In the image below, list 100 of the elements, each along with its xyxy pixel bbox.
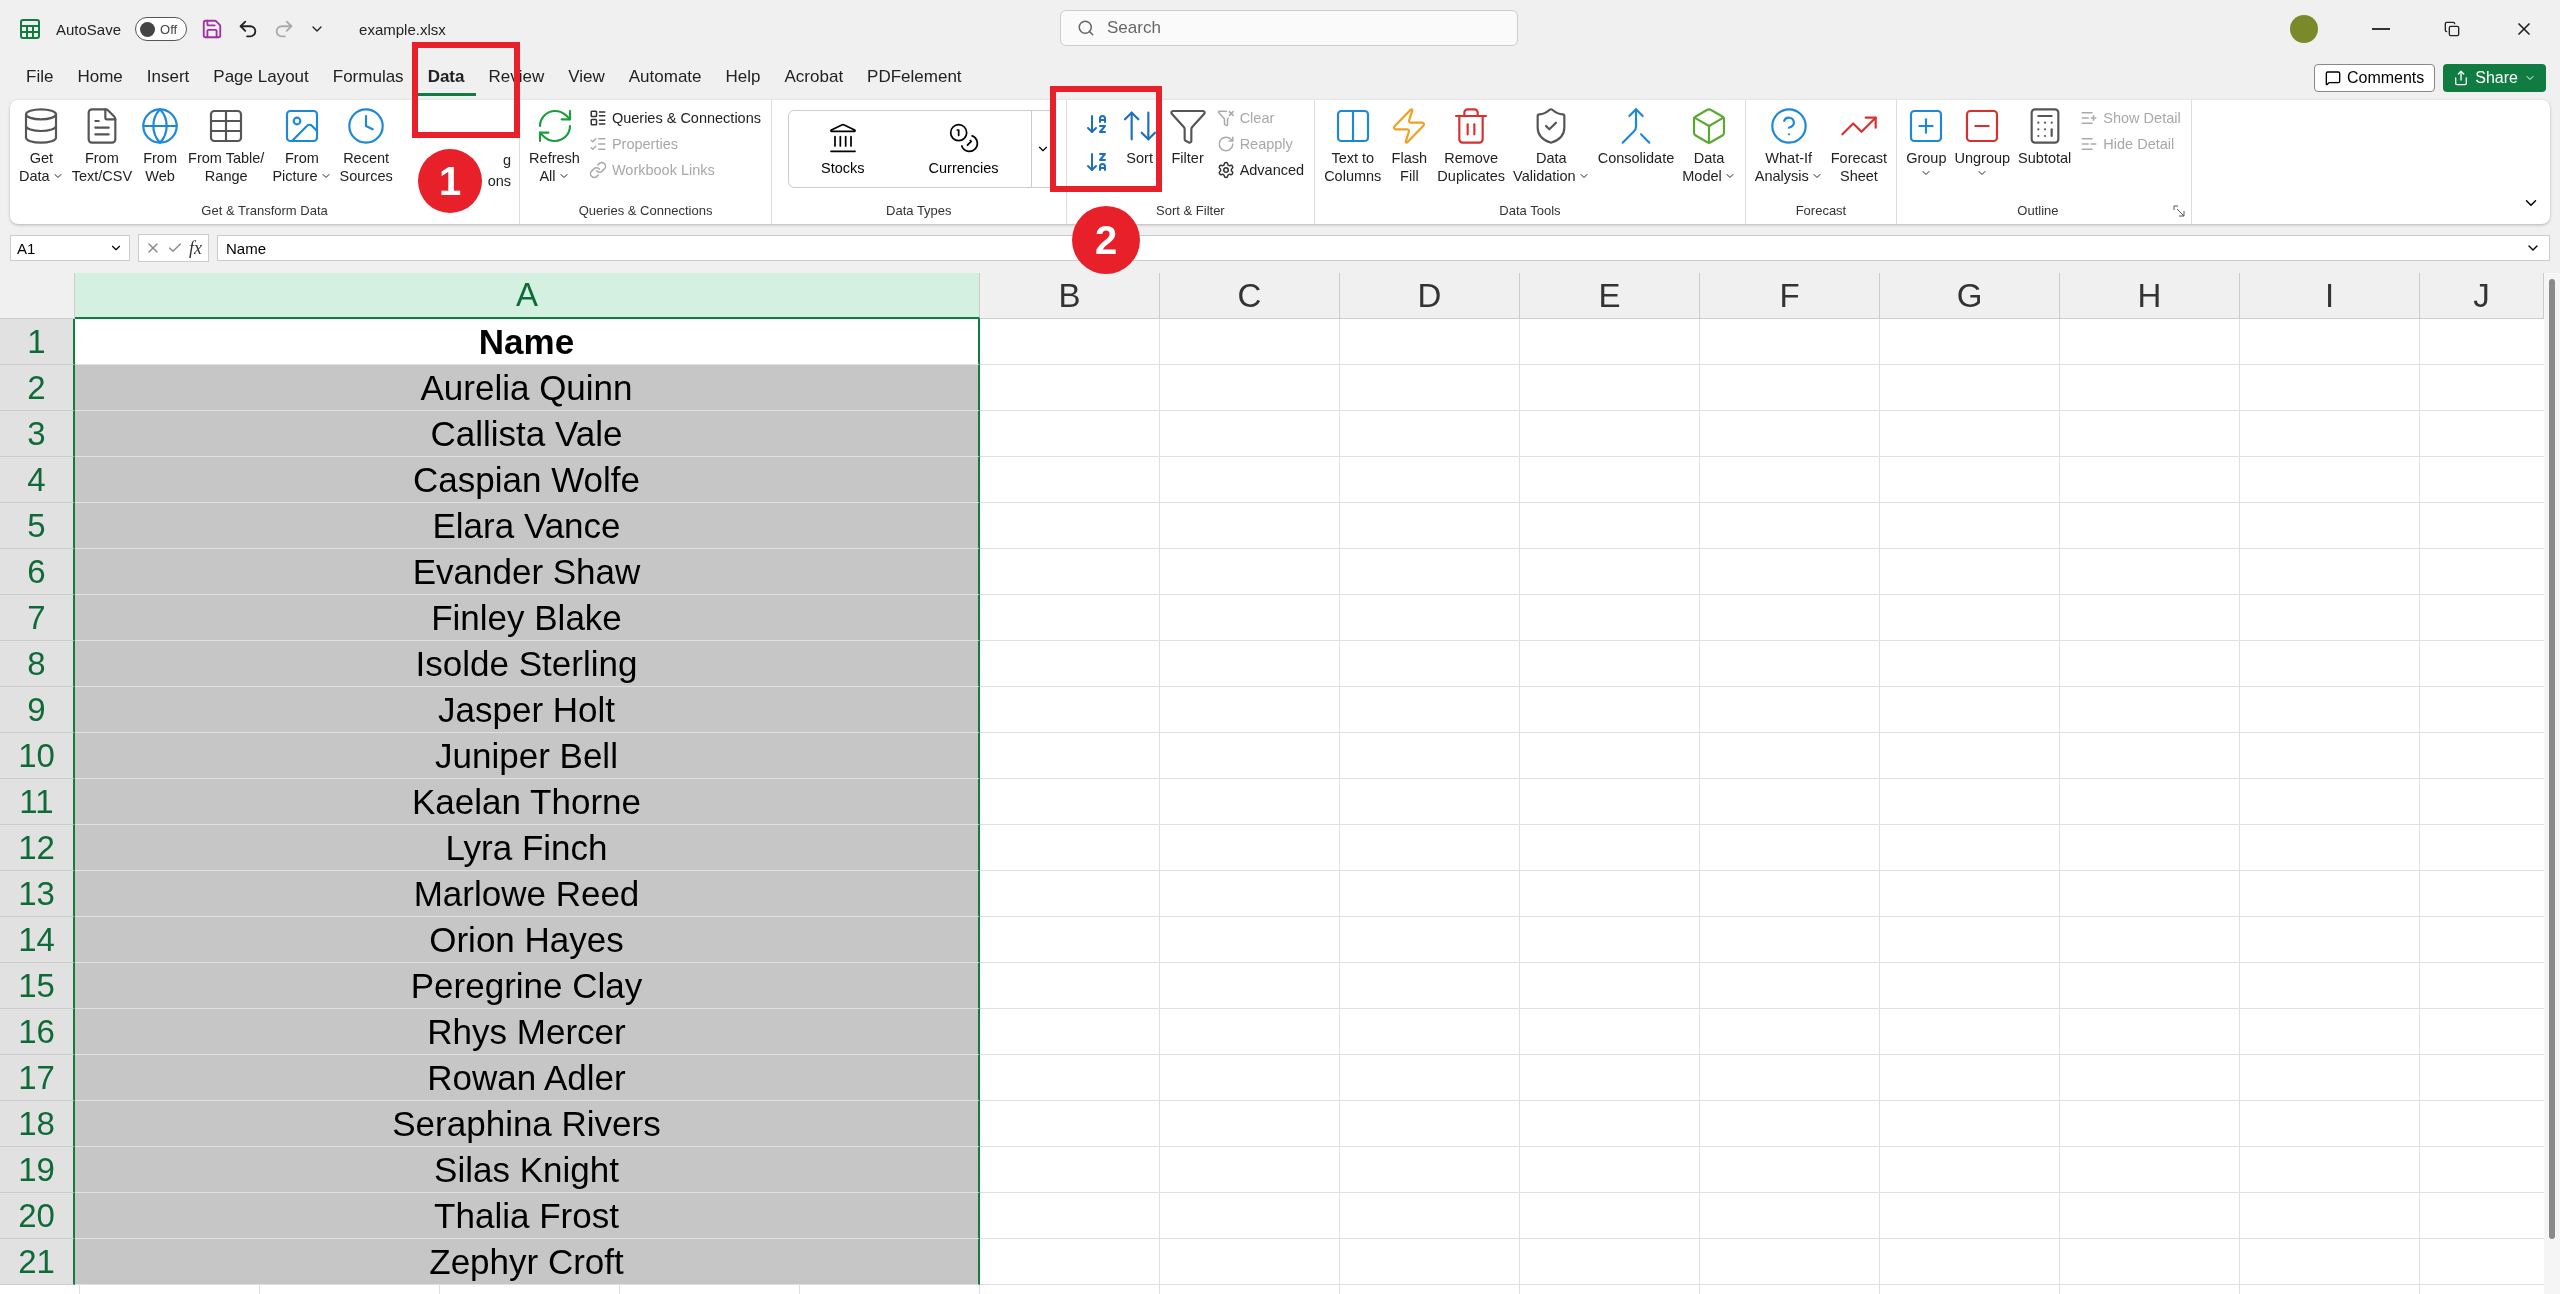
ribbon-button[interactable]: Ungroup: [1951, 104, 2014, 182]
row-header[interactable]: 10: [0, 733, 75, 779]
share-icon: [2453, 70, 2470, 86]
column-header[interactable]: A: [75, 273, 980, 319]
row-header[interactable]: 15: [0, 963, 75, 1009]
comment-icon: [2324, 70, 2341, 86]
row-header[interactable]: 14: [0, 917, 75, 963]
table-cell: Rowan Adler: [75, 1055, 980, 1101]
row-header[interactable]: 6: [0, 549, 75, 595]
ribbon-button[interactable]: Refresh All: [526, 104, 583, 188]
ribbon-button[interactable]: From Text/CSV: [68, 104, 136, 188]
row-header[interactable]: 12: [0, 825, 75, 871]
row-header[interactable]: 9: [0, 687, 75, 733]
ribbon-tab[interactable]: File: [14, 60, 66, 96]
row-header[interactable]: 5: [0, 503, 75, 549]
ribbon-button[interactable]: Sort: [1116, 104, 1163, 170]
scrollbar[interactable]: [2544, 273, 2560, 1294]
ribbon-button[interactable]: Data Validation: [1510, 104, 1593, 188]
ribbon-tab[interactable]: Acrobat: [772, 60, 856, 96]
ribbon-button[interactable]: Forecast Sheet: [1827, 104, 1891, 188]
file-name[interactable]: example.xlsx: [359, 20, 446, 38]
avatar[interactable]: [2290, 15, 2318, 43]
table-cell: Jasper Holt: [75, 687, 980, 733]
table-cell: Aurelia Quinn: [75, 365, 980, 411]
column-header[interactable]: B: [980, 273, 1160, 319]
table-cell: Callista Vale: [75, 411, 980, 457]
ribbon-button[interactable]: Recent Sources: [336, 104, 396, 188]
restore-icon[interactable]: [2444, 21, 2460, 37]
row-header[interactable]: 7: [0, 595, 75, 641]
ribbon-button[interactable]: Filter: [1164, 104, 1211, 170]
properties-icon: [588, 135, 607, 153]
ribbon-button[interactable]: Consolidate: [1594, 104, 1678, 170]
row-header[interactable]: 20: [0, 1193, 75, 1239]
ribbon-button[interactable]: Text to Columns: [1321, 104, 1385, 188]
ribbon-tab[interactable]: Data: [415, 60, 477, 96]
column-header[interactable]: G: [1880, 273, 2060, 319]
row-header[interactable]: 8: [0, 641, 75, 687]
ribbon-button[interactable]: g ons: [487, 151, 512, 191]
ribbon-button[interactable]: Group: [1903, 104, 1950, 182]
sort-descending-icon: [1084, 150, 1109, 174]
row-header[interactable]: 2: [0, 365, 75, 411]
row-header[interactable]: 16: [0, 1009, 75, 1055]
row-header[interactable]: 19: [0, 1147, 75, 1193]
share-button[interactable]: Share: [2443, 64, 2546, 92]
search-field[interactable]: Search: [1060, 10, 1518, 46]
column-header[interactable]: F: [1700, 273, 1880, 319]
column-header[interactable]: E: [1520, 273, 1700, 319]
row-header[interactable]: 3: [0, 411, 75, 457]
name-box[interactable]: A1: [10, 235, 130, 261]
table-cell: Thalia Frost: [75, 1193, 980, 1239]
ribbon-button[interactable]: Flash Fill: [1386, 104, 1433, 188]
row-header[interactable]: 21: [0, 1239, 75, 1285]
ribbon-button[interactable]: What-If Analysis: [1751, 104, 1826, 188]
ribbon-button[interactable]: Subtotal: [2015, 104, 2075, 170]
ribbon-button[interactable]: From Table/ Range: [185, 104, 268, 188]
column-header[interactable]: I: [2240, 273, 2420, 319]
save-icon[interactable]: [201, 18, 224, 40]
ribbon-tab[interactable]: View: [556, 60, 617, 96]
column-header[interactable]: J: [2420, 273, 2544, 319]
ribbon-button[interactable]: Get Data: [16, 104, 67, 188]
globe-icon: [140, 106, 181, 146]
table-cell: Zephyr Croft: [75, 1239, 980, 1285]
ribbon-tab[interactable]: PDFelement: [855, 60, 974, 96]
row-header[interactable]: 18: [0, 1101, 75, 1147]
ribbon-tab[interactable]: Formulas: [320, 60, 416, 96]
gallery-item[interactable]: Stocks: [789, 122, 897, 176]
ribbon-button[interactable]: Queries & Connections: [584, 106, 765, 130]
dialog-launcher-icon[interactable]: [2172, 204, 2185, 217]
table-cell: Isolde Sterling: [75, 641, 980, 687]
row-header[interactable]: 4: [0, 457, 75, 503]
column-header[interactable]: H: [2060, 273, 2240, 319]
ribbon-tab[interactable]: Insert: [134, 60, 202, 96]
ribbon-button[interactable]: Remove Duplicates: [1434, 104, 1509, 188]
column-header[interactable]: D: [1340, 273, 1520, 319]
row-header[interactable]: 11: [0, 779, 75, 825]
group-title: Queries & Connections: [577, 203, 714, 218]
list-icon: [588, 109, 607, 127]
row-header[interactable]: 1: [0, 319, 75, 365]
table-cell: Kaelan Thorne: [75, 779, 980, 825]
table-cell: Finley Blake: [75, 595, 980, 641]
excel-logo-icon: [18, 17, 42, 41]
ribbon-button[interactable]: From Web: [137, 104, 184, 188]
ribbon-button[interactable]: Advanced: [1212, 158, 1309, 182]
comments-button[interactable]: Comments: [2313, 64, 2436, 92]
group-title: Forecast: [1794, 203, 1848, 218]
ribbon-tab[interactable]: Automate: [616, 60, 714, 96]
row-header[interactable]: 13: [0, 871, 75, 917]
autosave-toggle[interactable]: Off: [135, 17, 188, 41]
ribbon-tab[interactable]: Page Layout: [201, 60, 321, 96]
ribbon-tab[interactable]: Home: [65, 60, 135, 96]
table-cell: Rhys Mercer: [75, 1009, 980, 1055]
group-title: Get & Transform Data: [200, 203, 329, 218]
ribbon-tab[interactable]: Help: [713, 60, 773, 96]
insert-function-button[interactable]: fx: [189, 237, 202, 259]
table-cell: Marlowe Reed: [75, 871, 980, 917]
row-header[interactable]: 17: [0, 1055, 75, 1101]
ribbon-button[interactable]: From Picture: [269, 104, 335, 188]
gallery-item[interactable]: Currencies: [896, 122, 1031, 176]
column-header[interactable]: C: [1160, 273, 1340, 319]
ribbon-button[interactable]: Data Model: [1679, 104, 1739, 188]
